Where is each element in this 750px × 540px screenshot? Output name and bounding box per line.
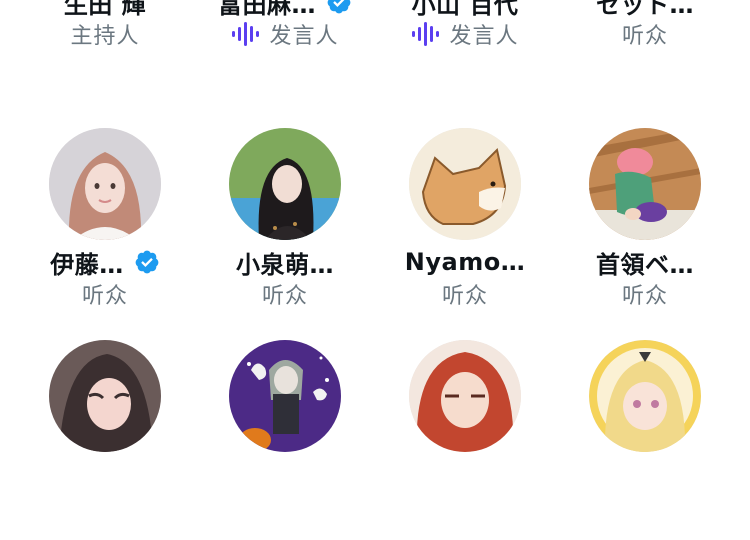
participant-role-line: 发言人 xyxy=(195,19,375,49)
participant-tile[interactable]: 首領ベ… 听众 xyxy=(555,128,735,328)
anime-character-avatar-icon xyxy=(589,128,701,240)
participant-name: 富田麻… xyxy=(218,0,316,19)
participant-role: 听众 xyxy=(261,284,308,309)
speaking-waveform-icon xyxy=(231,21,261,47)
participant-tile[interactable] xyxy=(15,340,195,540)
blonde-anime-avatar-icon xyxy=(589,340,701,452)
avatar[interactable] xyxy=(409,340,521,452)
participant-name-line: 伊藤… xyxy=(15,245,195,279)
participant-tile[interactable]: 生田 輝 主持人 xyxy=(15,0,195,68)
avatar[interactable] xyxy=(589,340,701,452)
avatar[interactable] xyxy=(229,128,341,240)
participant-role-line: 听众 xyxy=(195,279,375,309)
participant-tile[interactable] xyxy=(555,340,735,540)
participant-tile[interactable]: 富田麻… 发言人 xyxy=(195,0,375,68)
avatar[interactable] xyxy=(589,128,701,240)
participant-name: セット… xyxy=(596,0,694,19)
participant-tile[interactable] xyxy=(375,340,555,540)
participant-name-line: 首領ベ… xyxy=(555,245,735,279)
participant-name-line: 生田 輝 xyxy=(15,0,195,19)
participant-name-line: 富田麻… xyxy=(195,0,375,19)
anime-girl-avatar-icon xyxy=(49,340,161,452)
participants-row xyxy=(0,340,750,540)
participant-role-line: 主持人 xyxy=(15,19,195,49)
avatar[interactable] xyxy=(49,128,161,240)
participant-role-line: 发言人 xyxy=(375,19,555,49)
participant-tile[interactable]: 伊藤… 听众 xyxy=(15,128,195,328)
participant-name: Nyamo… xyxy=(404,248,526,276)
participant-tile[interactable] xyxy=(195,340,375,540)
red-hair-anime-avatar-icon xyxy=(409,340,521,452)
participants-grid: 生田 輝 主持人 富田麻… 发言人 小山 百代 发言人 セット… 听众 伊藤… … xyxy=(0,0,750,452)
verified-badge-icon xyxy=(326,0,352,15)
halloween-anime-avatar-icon xyxy=(229,340,341,452)
participant-name-line: 小山 百代 xyxy=(375,0,555,19)
participant-tile[interactable]: 小泉萌… 听众 xyxy=(195,128,375,328)
participant-role-line: 听众 xyxy=(555,19,735,49)
participant-name: 生田 輝 xyxy=(63,0,147,19)
participant-tile[interactable]: 小山 百代 发言人 xyxy=(375,0,555,68)
participant-role: 主持人 xyxy=(70,24,140,49)
participant-name-line: Nyamo… xyxy=(375,245,555,279)
participant-name: 小山 百代 xyxy=(411,0,519,19)
participant-role-line: 听众 xyxy=(555,279,735,309)
participant-role-line: 听众 xyxy=(375,279,555,309)
verified-badge-icon xyxy=(134,249,160,275)
girl-photo-avatar-icon xyxy=(49,128,161,240)
girl-photo-avatar-icon xyxy=(229,128,341,240)
participant-name: 小泉萌… xyxy=(236,250,334,279)
speaking-waveform-icon xyxy=(411,21,441,47)
participant-role: 听众 xyxy=(441,284,488,309)
participant-tile[interactable]: Nyamo… 听众 xyxy=(375,128,555,328)
shiba-dog-illustration-avatar-icon xyxy=(409,128,521,240)
participants-row: 伊藤… 听众 小泉萌… 听众 Nyamo… 听众 首領ベ… 听众 xyxy=(0,128,750,328)
participant-role: 发言人 xyxy=(449,24,519,49)
participant-name: 首領ベ… xyxy=(596,250,694,279)
participant-name: 伊藤… xyxy=(50,250,124,279)
participant-role: 听众 xyxy=(621,284,668,309)
avatar[interactable] xyxy=(229,340,341,452)
avatar[interactable] xyxy=(49,340,161,452)
participant-name-line: 小泉萌… xyxy=(195,245,375,279)
participant-tile[interactable]: セット… 听众 xyxy=(555,0,735,68)
participant-name-line: セット… xyxy=(555,0,735,19)
participant-role: 听众 xyxy=(81,284,128,309)
avatar[interactable] xyxy=(409,128,521,240)
participants-row: 生田 輝 主持人 富田麻… 发言人 小山 百代 发言人 セット… 听众 xyxy=(0,0,750,68)
participant-role-line: 听众 xyxy=(15,279,195,309)
participant-role: 听众 xyxy=(621,24,668,49)
participant-role: 发言人 xyxy=(269,24,339,49)
